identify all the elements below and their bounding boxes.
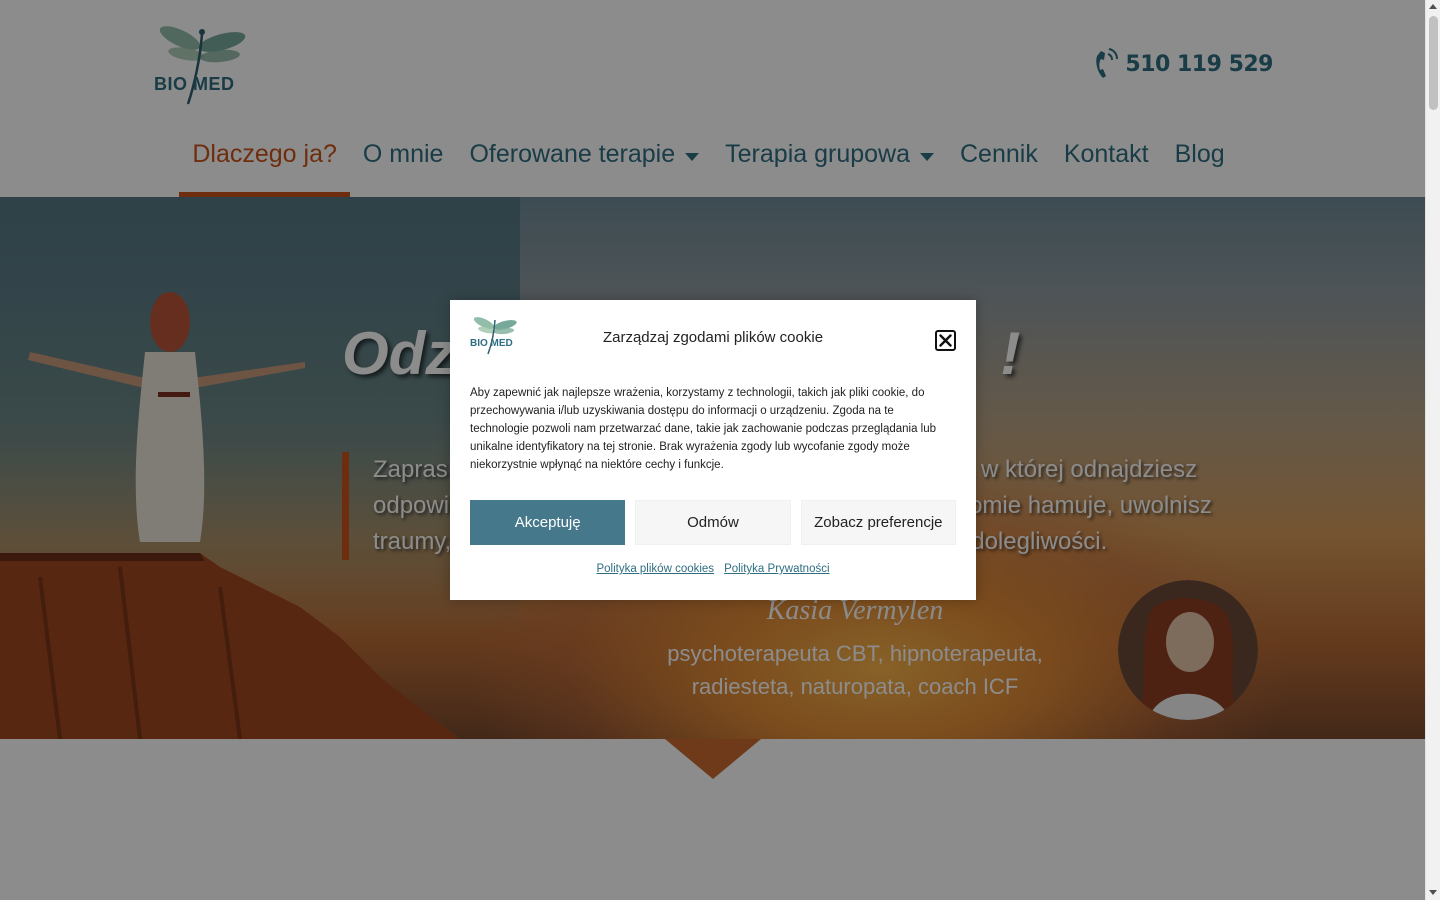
modal-button-row: Akceptuję Odmów Zobacz preferencje [470,500,956,545]
scroll-down-arrow-icon[interactable] [1429,890,1437,895]
modal-title: Zarządzaj zgodami plików cookie [602,329,824,346]
privacy-policy-link[interactable]: Polityka Prywatności [724,563,829,575]
dragonfly-logo-icon [473,317,517,355]
modal-logo-text: BIO MED [470,338,513,349]
accept-button[interactable]: Akceptuję [470,500,626,545]
close-icon [939,334,952,347]
scroll-up-arrow-icon[interactable] [1429,4,1437,9]
scrollbar-thumb[interactable] [1429,16,1438,110]
close-button[interactable] [935,330,956,351]
view-preferences-button[interactable]: Zobacz preferencje [800,500,956,545]
cookie-consent-modal: BIO MED Zarządzaj zgodami plików cookie … [450,300,976,600]
modal-logo: BIO MED [470,314,520,356]
cookie-policy-link[interactable]: Polityka plików cookies [596,563,714,575]
deny-button[interactable]: Odmów [635,500,791,545]
page-scrollbar[interactable] [1425,0,1440,900]
modal-links: Polityka plików cookies Polityka Prywatn… [450,563,976,575]
modal-description: Aby zapewnić jak najlepsze wrażenia, kor… [470,387,937,471]
